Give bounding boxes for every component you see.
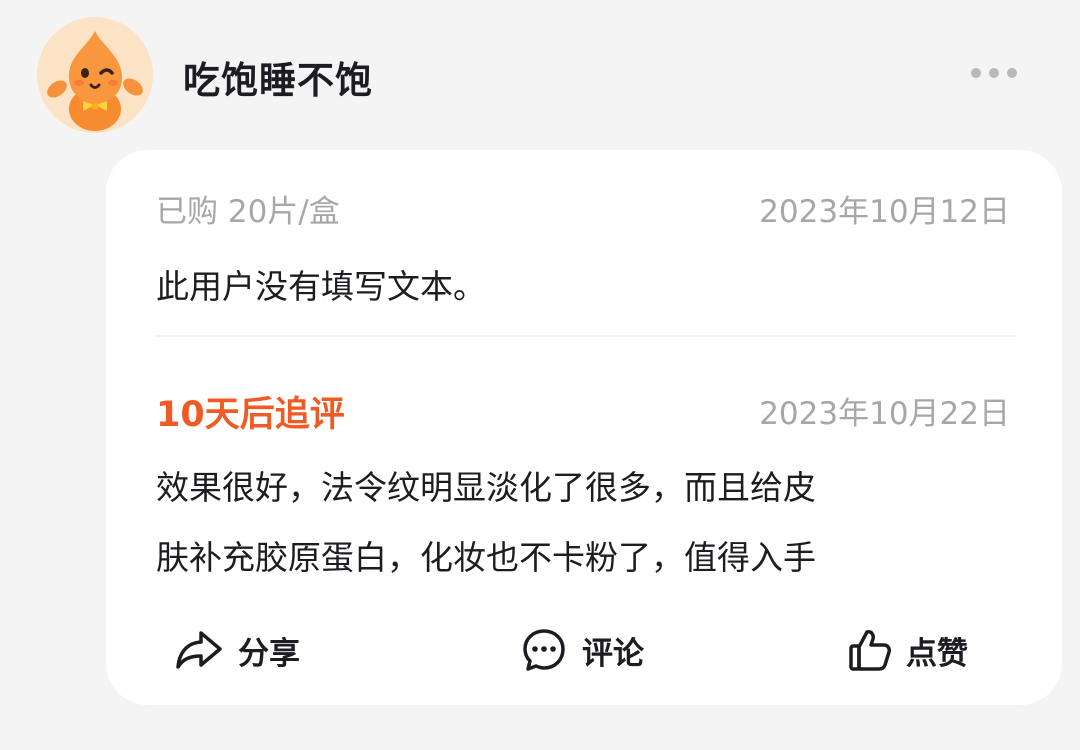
thumbs-up-icon (849, 630, 891, 671)
more-dots-icon (971, 68, 1017, 78)
user-avatar[interactable] (37, 17, 153, 133)
username[interactable]: 吃饱睡不饱 (183, 50, 373, 104)
comment-button[interactable]: 评论 (520, 624, 644, 676)
review-header: 吃饱睡不饱 (0, 0, 1080, 150)
review-card: 已购 20片/盒 2023年10月12日 此用户没有填写文本。 10天后追评 2… (106, 150, 1062, 705)
like-label: 点赞 (906, 635, 968, 672)
share-label: 分享 (238, 635, 300, 672)
followup-title: 10天后追评 (156, 395, 345, 435)
followup-text-line: 效果很好，法令纹明显淡化了很多，而且给皮 (156, 468, 816, 507)
purchase-spec: 已购 20片/盒 (156, 194, 340, 230)
comment-icon (523, 629, 565, 671)
followup-date: 2023年10月22日 (759, 396, 1010, 432)
share-icon (176, 631, 222, 669)
more-options-button[interactable] (964, 58, 1024, 88)
divider (156, 335, 1016, 337)
followup-text: 效果很好，法令纹明显淡化了很多，而且给皮 肤补充胶原蛋白，化妆也不卡粉了，值得入… (156, 453, 1016, 593)
like-button[interactable]: 点赞 (848, 624, 968, 676)
followup-text-line: 肤补充胶原蛋白，化妆也不卡粉了，值得入手 (156, 538, 816, 577)
comment-label: 评论 (582, 635, 644, 672)
review-text: 此用户没有填写文本。 (156, 267, 486, 306)
review-date: 2023年10月12日 (759, 194, 1010, 230)
share-button[interactable]: 分享 (174, 624, 300, 676)
orange-mascot-avatar-icon (37, 17, 153, 133)
